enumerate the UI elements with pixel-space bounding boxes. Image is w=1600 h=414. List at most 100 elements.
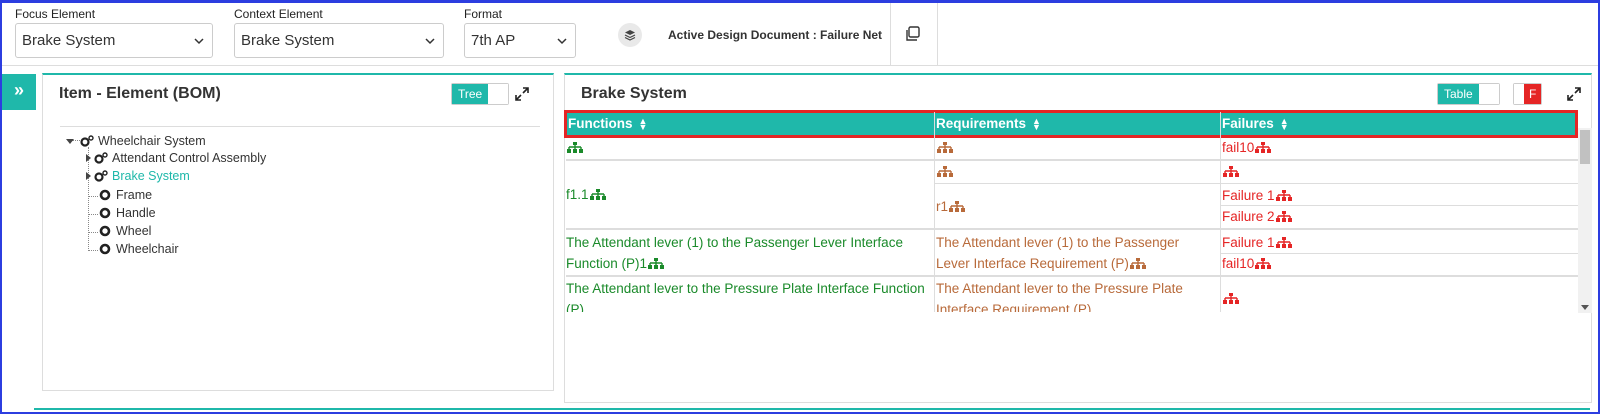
- scrollbar-thumb[interactable]: [1580, 130, 1590, 164]
- row-divider: [566, 275, 1578, 277]
- tree-node-wheelchair[interactable]: Wheelchair: [98, 241, 179, 257]
- format-select[interactable]: 7th AP: [464, 23, 576, 58]
- hierarchy-icon: [1129, 258, 1146, 269]
- tree-node-label: Attendant Control Assembly: [112, 151, 267, 165]
- hierarchy-icon: [648, 258, 665, 269]
- tree-node-handle[interactable]: Handle: [98, 205, 156, 221]
- table-body: fail10 f1.1 r1 Failure 1 Failure 2 The A…: [566, 136, 1578, 312]
- column-header-functions[interactable]: Functions ▲ ▼: [566, 112, 647, 136]
- tree-connector: [88, 250, 98, 251]
- filter-toggle[interactable]: F: [1513, 83, 1543, 105]
- focus-element-value: Brake System: [22, 32, 116, 49]
- format-field: Format: [464, 7, 502, 21]
- gear-icon: [80, 135, 94, 147]
- hierarchy-icon: [937, 166, 953, 177]
- layers-button[interactable]: [618, 23, 642, 47]
- failure-cell[interactable]: fail10: [1222, 253, 1272, 274]
- context-element-field: Context Element: [234, 7, 323, 21]
- table-scrollbar[interactable]: [1578, 128, 1592, 313]
- tree-node-wheel[interactable]: Wheel: [98, 223, 151, 239]
- expand-icon[interactable]: [1567, 87, 1581, 101]
- sort-icon[interactable]: ▲ ▼: [639, 117, 648, 132]
- context-element-select[interactable]: Brake System: [234, 23, 444, 58]
- requirement-cell[interactable]: [936, 161, 953, 182]
- failure-text: Failure 1: [1222, 235, 1275, 250]
- requirement-text: The Attendant lever to the Pressure Plat…: [936, 281, 1183, 312]
- focus-element-select[interactable]: Brake System: [15, 23, 213, 58]
- tree-node-brake-system[interactable]: Brake System: [86, 168, 190, 184]
- hierarchy-icon: [937, 142, 953, 153]
- top-toolbar: Focus Element Brake System Context Eleme…: [2, 3, 1598, 66]
- focus-element-field: Focus Element: [15, 7, 95, 21]
- brake-system-panel-title: Brake System: [581, 85, 687, 102]
- failure-cell[interactable]: [1222, 288, 1239, 309]
- row-divider: [1220, 253, 1578, 254]
- function-text: The Attendant lever to the Pressure Plat…: [566, 281, 925, 312]
- requirement-cell[interactable]: r1: [936, 196, 966, 217]
- focus-element-label: Focus Element: [15, 7, 96, 21]
- tree-divider: [60, 126, 540, 127]
- row-divider: [566, 159, 1578, 161]
- sort-icon[interactable]: ▲ ▼: [1280, 117, 1289, 132]
- function-cell[interactable]: The Attendant lever (1) to the Passenger…: [566, 232, 928, 274]
- chevron-down-icon: [425, 38, 435, 45]
- requirement-cell[interactable]: The Attendant lever (1) to the Passenger…: [936, 232, 1216, 274]
- caret-right-icon: [86, 154, 91, 162]
- sort-icon[interactable]: ▲ ▼: [1032, 117, 1041, 132]
- expand-icon[interactable]: [515, 87, 529, 101]
- hierarchy-icon: [589, 189, 606, 200]
- toolbar-divider: [890, 3, 891, 66]
- tree-node-label: Frame: [116, 188, 153, 202]
- requirement-text: r1: [936, 199, 949, 214]
- gear-icon: [94, 152, 108, 164]
- table-toggle-label: Table: [1438, 84, 1479, 104]
- failure-cell[interactable]: Failure 1: [1222, 232, 1292, 253]
- filter-toggle-knob: [1514, 84, 1524, 104]
- context-element-value: Brake System: [241, 32, 335, 49]
- format-label: Format: [464, 7, 503, 21]
- requirement-cell[interactable]: The Attendant lever to the Pressure Plat…: [936, 278, 1216, 312]
- hierarchy-icon: [1255, 142, 1272, 153]
- tree-toggle[interactable]: Tree: [451, 83, 510, 105]
- tree-node-label: Wheelchair System: [98, 134, 206, 148]
- failure-text: Failure 2: [1222, 209, 1275, 224]
- column-header-label: Failures: [1222, 116, 1274, 131]
- function-cell[interactable]: f1.1: [566, 184, 606, 205]
- function-text: f1.1: [566, 187, 589, 202]
- failure-cell[interactable]: [1222, 161, 1239, 182]
- failure-cell[interactable]: Failure 1: [1222, 185, 1292, 206]
- failure-text: fail10: [1222, 256, 1255, 271]
- function-cell[interactable]: [566, 137, 583, 158]
- bom-panel-title: Item - Element (BOM): [59, 85, 221, 102]
- gear-icon: [99, 207, 111, 219]
- tree-node-wheelchair-system[interactable]: Wheelchair System: [66, 133, 206, 149]
- hierarchy-icon: [949, 201, 966, 212]
- tree-connector: [88, 196, 98, 197]
- scroll-down-icon[interactable]: [1581, 305, 1589, 310]
- tree-node-frame[interactable]: Frame: [98, 187, 152, 203]
- function-text: The Attendant lever (1) to the Passenger…: [566, 235, 903, 271]
- row-divider: [934, 183, 1578, 184]
- function-cell[interactable]: The Attendant lever to the Pressure Plat…: [566, 278, 928, 312]
- tree-node-attendant-control-assembly[interactable]: Attendant Control Assembly: [86, 150, 266, 166]
- chevron-down-icon: [194, 38, 204, 45]
- tree-toggle-label: Tree: [452, 84, 489, 104]
- column-header-requirements[interactable]: Requirements ▲ ▼: [934, 112, 1041, 136]
- hierarchy-icon: [1275, 211, 1292, 222]
- failure-cell[interactable]: Failure 2: [1222, 206, 1292, 227]
- tree-connector: [88, 214, 98, 215]
- copy-icon[interactable]: [904, 25, 922, 43]
- table-header: Functions ▲ ▼ Requirements ▲ ▼ Failures ▲ ▼: [564, 110, 1578, 138]
- failure-cell[interactable]: fail10: [1222, 137, 1272, 158]
- column-header-label: Requirements: [936, 116, 1027, 131]
- column-header-failures[interactable]: Failures ▲ ▼: [1220, 112, 1289, 136]
- gear-icon: [99, 243, 111, 255]
- active-design-document: Active Design Document : Failure Net: [668, 28, 883, 42]
- failure-text: fail10: [1222, 140, 1255, 155]
- sidebar-expand-button[interactable]: »: [2, 74, 36, 110]
- requirement-cell[interactable]: [936, 137, 953, 158]
- tree-node-label: Wheel: [116, 224, 152, 238]
- caret-down-icon: [66, 138, 74, 144]
- table-toggle[interactable]: Table: [1437, 83, 1500, 105]
- double-chevron-right-icon: »: [13, 80, 24, 100]
